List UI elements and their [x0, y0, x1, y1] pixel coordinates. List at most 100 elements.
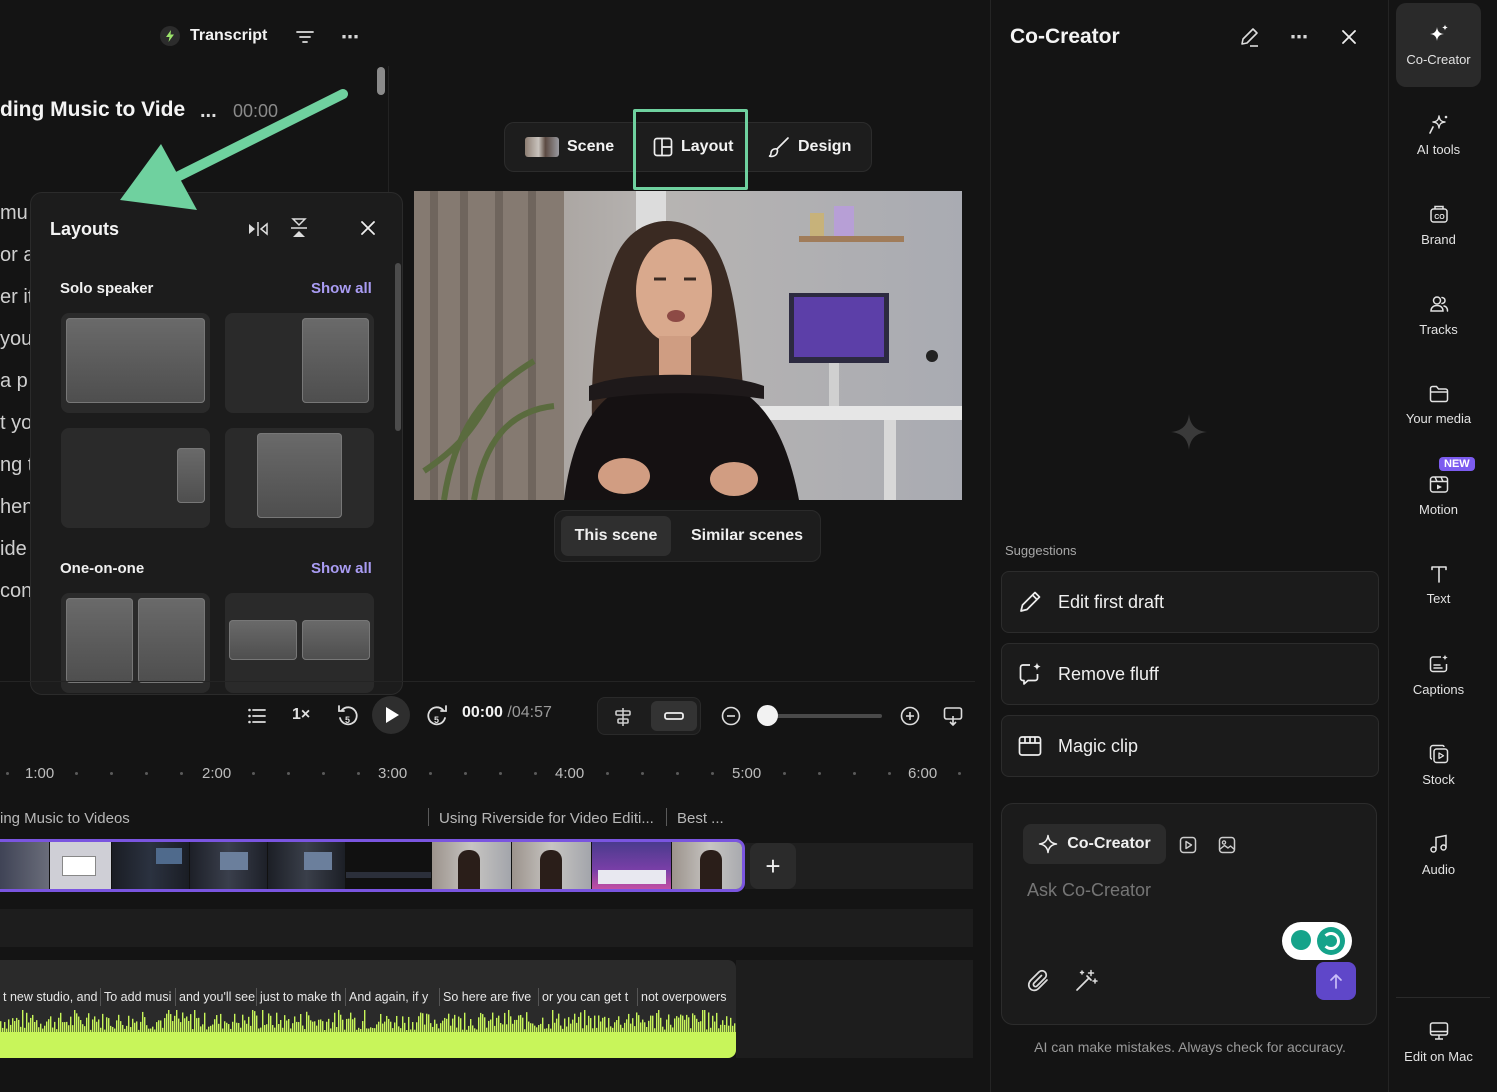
transcript-scrollbar[interactable]	[377, 67, 385, 95]
ruler-tick	[287, 772, 290, 775]
solo-show-all-link[interactable]: Show all	[311, 280, 372, 297]
caption-chip[interactable]: t new studio, and	[0, 988, 102, 1006]
zoom-slider-handle[interactable]	[757, 705, 778, 726]
play-icon	[386, 707, 399, 723]
layouts-scrollbar[interactable]	[395, 263, 401, 431]
layout-side-by-side-small[interactable]	[225, 593, 374, 693]
nav-your-media[interactable]: Your media	[1396, 363, 1481, 447]
brand-icon: CO	[1429, 204, 1449, 224]
layout-side-by-side[interactable]	[61, 593, 210, 693]
rewind-5-icon[interactable]: 5	[336, 703, 360, 729]
nav-text[interactable]: Text	[1396, 543, 1481, 627]
list-icon[interactable]	[246, 705, 268, 727]
fit-timeline-icon[interactable]	[942, 705, 964, 727]
layout-solo-small[interactable]	[61, 428, 210, 528]
captions-icon	[1429, 654, 1449, 674]
filter-icon[interactable]	[295, 28, 315, 46]
align-icon[interactable]	[612, 706, 634, 728]
compact-view-icon[interactable]	[651, 701, 697, 731]
ruler-tick	[145, 772, 148, 775]
transcript-title[interactable]: Transcript	[160, 26, 267, 46]
caption-chip[interactable]: and you'll see	[175, 988, 259, 1006]
layout-solo-right[interactable]	[225, 313, 374, 413]
forward-5-icon[interactable]: 5	[425, 703, 449, 729]
svg-text:5: 5	[434, 715, 439, 725]
folder-icon	[1429, 385, 1449, 403]
playback-speed[interactable]: 1×	[292, 706, 310, 724]
clip-frame	[432, 842, 512, 889]
suggestion-edit-first-draft[interactable]: Edit first draft	[1001, 571, 1379, 633]
send-button[interactable]	[1316, 962, 1356, 1000]
layout-solo-full[interactable]	[61, 313, 210, 413]
image-mode-icon[interactable]	[1216, 834, 1238, 856]
tab-design[interactable]: Design	[768, 123, 851, 171]
suggestions-label: Suggestions	[1005, 543, 1077, 558]
video-mode-icon[interactable]	[1177, 834, 1199, 856]
grammarly-widget[interactable]	[1282, 922, 1352, 960]
nav-audio[interactable]: Audio	[1396, 813, 1481, 897]
zoom-slider-track[interactable]	[768, 714, 882, 718]
video-clip-track[interactable]	[0, 839, 745, 892]
similar-scenes-button[interactable]: Similar scenes	[677, 516, 817, 556]
one-on-one-show-all-link[interactable]: Show all	[311, 560, 372, 577]
attach-icon[interactable]	[1026, 968, 1052, 994]
new-chat-icon[interactable]	[1238, 26, 1260, 48]
video-preview[interactable]	[414, 191, 962, 500]
nav-captions[interactable]: Captions	[1396, 633, 1481, 717]
ruler-label: 6:00	[908, 765, 938, 782]
magic-wand-icon[interactable]	[1073, 968, 1099, 994]
zoom-in-icon[interactable]	[899, 705, 921, 727]
co-creator-more-icon[interactable]: ⋯	[1288, 26, 1310, 48]
empty-track[interactable]	[0, 909, 973, 947]
audio-track[interactable]: t new studio, and To add musi and you'll…	[0, 960, 736, 1058]
ruler-label: 2:00	[202, 765, 232, 782]
caption-chip[interactable]: or you can get t	[538, 988, 636, 1006]
ruler-label: 1:00	[25, 765, 55, 782]
sparkle-icon	[1038, 834, 1058, 854]
close-icon[interactable]	[358, 218, 378, 238]
chapter-label[interactable]: Best ...	[677, 810, 724, 827]
co-creator-mode-button[interactable]: Co-Creator	[1023, 824, 1166, 864]
ruler-tick	[818, 772, 821, 775]
nav-stock[interactable]: Stock	[1396, 723, 1481, 807]
transcript-label: Transcript	[190, 27, 268, 44]
this-scene-button[interactable]: This scene	[561, 516, 671, 556]
nav-tracks[interactable]: Tracks	[1396, 273, 1481, 357]
ai-tools-icon	[1428, 114, 1449, 134]
zoom-out-icon[interactable]	[720, 705, 742, 727]
suggestion-magic-clip[interactable]: Magic clip	[1001, 715, 1379, 777]
caption-chip[interactable]: not overpowers	[637, 988, 736, 1006]
nav-edit-on-mac[interactable]: Edit on Mac	[1396, 1000, 1481, 1084]
flip-vertical-icon[interactable]	[288, 217, 310, 239]
chat-composer: Co-Creator	[1001, 803, 1377, 1025]
add-clip-button[interactable]: +	[750, 843, 796, 889]
chapter-label[interactable]: Using Riverside for Video Editi...	[439, 810, 654, 827]
caption-chip[interactable]: To add musi	[100, 988, 176, 1006]
layout-solo-center[interactable]	[225, 428, 374, 528]
clip-frame	[190, 842, 268, 889]
flip-horizontal-icon[interactable]	[247, 219, 269, 239]
clip-frame	[268, 842, 346, 889]
divider	[1396, 997, 1490, 998]
chat-input[interactable]	[1027, 880, 1347, 901]
play-button[interactable]	[372, 696, 410, 734]
brush-icon	[768, 136, 790, 158]
suggestion-remove-fluff[interactable]: Remove fluff	[1001, 643, 1379, 705]
transcript-more-icon[interactable]: ⋯	[340, 27, 360, 47]
caption-chip[interactable]: just to make th	[256, 988, 345, 1006]
nav-co-creator[interactable]: Co-Creator	[1396, 3, 1481, 87]
scene-thumbnail-icon	[525, 137, 559, 157]
tab-scene[interactable]: Scene	[525, 123, 614, 171]
chapter-label[interactable]: ing Music to Videos	[0, 810, 130, 827]
caption-chip[interactable]: So here are five	[439, 988, 539, 1006]
close-panel-icon[interactable]	[1339, 27, 1359, 47]
svg-text:5: 5	[345, 715, 350, 725]
nav-brand[interactable]: CO Brand	[1396, 183, 1481, 267]
layouts-title: Layouts	[50, 219, 120, 239]
nav-ai-tools[interactable]: AI tools	[1396, 93, 1481, 177]
caption-chip[interactable]: And again, if y	[345, 988, 429, 1006]
tracks-icon	[1429, 294, 1449, 314]
divider	[0, 681, 975, 682]
sparkle-icon	[1429, 24, 1449, 44]
scene-scope-switch: This scene Similar scenes	[554, 510, 821, 562]
